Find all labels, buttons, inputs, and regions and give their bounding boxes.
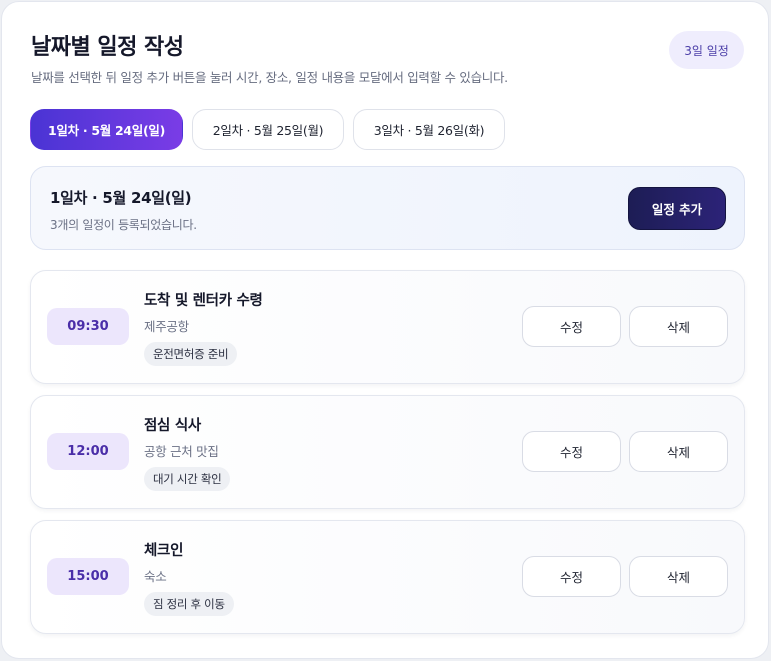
tab-day-3[interactable]: 3일차 · 5월 26일(화): [353, 109, 505, 150]
event-time: 12:00: [47, 433, 129, 470]
event-title: 도착 및 렌터카 수령: [144, 293, 263, 309]
event-note-tag: 운전면허증 준비: [144, 342, 238, 366]
event-title: 점심 식사: [144, 418, 201, 434]
event-count-text: 3개의 일정이 등록되었습니다.: [50, 218, 197, 232]
tab-day-1[interactable]: 1일차 · 5월 24일(일): [30, 109, 183, 150]
event-place: 제주공항: [144, 319, 189, 334]
delete-button[interactable]: 삭제: [629, 556, 728, 597]
event-note-tag: 대기 시간 확인: [144, 467, 231, 491]
tab-day-2[interactable]: 2일차 · 5월 25일(월): [192, 109, 344, 150]
summary-title: 1일차 · 5월 24일(일): [50, 189, 192, 207]
event-time: 09:30: [47, 308, 129, 345]
event-item: 15:00 체크인 숙소 짐 정리 후 이동 수정 삭제: [30, 520, 745, 634]
page-subtitle: 날짜를 선택한 뒤 일정 추가 버튼을 눌러 시간, 장소, 일정 내용을 모달…: [31, 70, 508, 85]
edit-button[interactable]: 수정: [522, 306, 621, 347]
event-item: 09:30 도착 및 렌터카 수령 제주공항 운전면허증 준비 수정 삭제: [30, 270, 745, 384]
event-item: 12:00 점심 식사 공항 근처 맛집 대기 시간 확인 수정 삭제: [30, 395, 745, 509]
event-title: 체크인: [144, 543, 184, 559]
event-place: 숙소: [144, 569, 167, 584]
event-time: 15:00: [47, 558, 129, 595]
schedule-card: 날짜별 일정 작성 날짜를 선택한 뒤 일정 추가 버튼을 눌러 시간, 장소,…: [1, 1, 769, 659]
delete-button[interactable]: 삭제: [629, 306, 728, 347]
day-summary: 1일차 · 5월 24일(일) 3개의 일정이 등록되었습니다. 일정 추가: [30, 166, 745, 250]
event-note-tag: 짐 정리 후 이동: [144, 592, 234, 616]
page-title: 날짜별 일정 작성: [31, 35, 184, 60]
edit-button[interactable]: 수정: [522, 556, 621, 597]
add-event-button[interactable]: 일정 추가: [628, 187, 726, 230]
event-place: 공항 근처 맛집: [144, 444, 219, 459]
delete-button[interactable]: 삭제: [629, 431, 728, 472]
days-badge: 3일 일정: [669, 31, 744, 69]
edit-button[interactable]: 수정: [522, 431, 621, 472]
